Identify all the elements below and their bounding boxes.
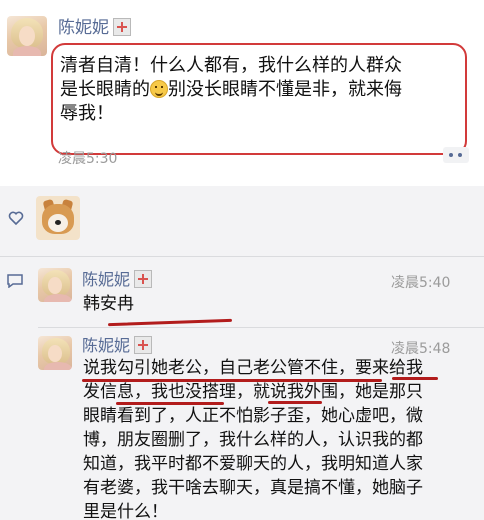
more-dots-icon[interactable] <box>443 147 469 163</box>
divider <box>0 256 484 257</box>
author-name[interactable]: 陈妮妮 <box>58 18 131 38</box>
post-text: 清者自清！什么人都有，我什么样的人群众 是长眼睛的 别没长眼睛不懂是非，就来侮 辱… <box>60 54 460 126</box>
red-underline <box>82 379 382 382</box>
commenter-avatar[interactable] <box>38 268 72 302</box>
author-name-text[interactable]: 陈妮妮 <box>58 18 109 38</box>
post-text-line-2: 是长眼睛的 别没长眼睛不懂是非，就来侮 <box>60 79 402 100</box>
comment-time: 凌晨5:48 <box>391 341 451 357</box>
liker-avatar[interactable] <box>36 196 80 240</box>
commenter-avatar[interactable] <box>38 336 72 370</box>
red-cross-badge-icon <box>113 18 131 36</box>
comment-time: 凌晨5:40 <box>391 275 451 291</box>
red-underline <box>268 401 322 404</box>
post-text-line-1: 清者自清！什么人都有，我什么样的人群众 <box>60 55 402 76</box>
comment-text: 韩安冉 <box>83 294 134 314</box>
heart-outline-icon <box>8 211 24 226</box>
avatar-face <box>19 26 35 46</box>
moment-post: 陈妮妮 清者自清！什么人都有，我什么样的人群众 是长眼睛的 别没长眼睛不懂是非，就… <box>0 0 484 186</box>
post-text-line-3: 辱我！ <box>60 103 114 124</box>
red-cross-badge-icon <box>134 336 153 354</box>
commenter-name[interactable]: 陈妮妮 <box>82 270 153 290</box>
divider <box>38 327 484 328</box>
red-cross-badge-icon <box>134 270 153 288</box>
author-avatar[interactable] <box>7 16 47 56</box>
comment-bubble-icon <box>7 274 23 288</box>
post-time: 凌晨5:30 <box>58 151 118 167</box>
smile-emoji-icon <box>150 80 168 98</box>
avatar-body <box>13 46 41 56</box>
commenter-name[interactable]: 陈妮妮 <box>82 336 153 356</box>
red-underline <box>116 402 224 405</box>
red-underline <box>392 377 438 380</box>
